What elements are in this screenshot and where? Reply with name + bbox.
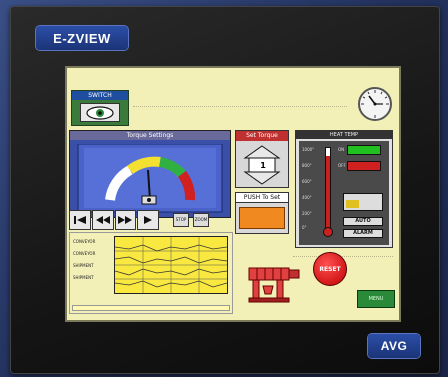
trend-label: SHIPMENT: [73, 263, 94, 268]
fast-forward-button[interactable]: [114, 210, 137, 230]
alarm-button[interactable]: ALARM: [343, 229, 383, 238]
machine-icon: [248, 267, 300, 303]
trend-scrollbar[interactable]: [72, 305, 230, 311]
rewind-button[interactable]: [91, 210, 114, 230]
play-icon: [144, 216, 153, 224]
torque-gauge: [77, 144, 223, 213]
set-torque-value: 1: [260, 161, 266, 170]
scale-label: 200°: [302, 211, 312, 216]
level-bar: [343, 193, 383, 211]
scale-label: 1000°: [302, 147, 315, 152]
fast-forward-icon: [118, 216, 133, 224]
torque-settings-panel: Torque Settings: [69, 130, 231, 218]
divider: [133, 106, 347, 107]
on-lamp: [347, 145, 381, 155]
trend-lines: [114, 237, 228, 293]
hmi-screen: SWITCH Torque Settings Set Torque 1 PUSH…: [67, 68, 399, 320]
brand-badge: E-ZVIEW: [36, 26, 128, 50]
eye-button[interactable]: [80, 103, 120, 122]
push-to-set-title: PUSH To Set: [236, 193, 288, 203]
divider: [293, 256, 393, 257]
stop-button[interactable]: STOP: [173, 213, 189, 227]
trend-label: CONVEYOR: [73, 239, 96, 244]
trend-label: CONVEYOR: [73, 251, 96, 256]
switch-panel: SWITCH: [71, 90, 129, 126]
lamp-label: ON: [338, 147, 345, 152]
navigation-bar: [69, 210, 159, 230]
reset-button[interactable]: RESET: [313, 252, 347, 286]
torque-title: Torque Settings: [70, 131, 230, 140]
status-inner: 1000° 800° 600° 400° 200° 0° ON OFF AUTO…: [299, 141, 389, 245]
push-to-set-panel: PUSH To Set: [235, 192, 289, 234]
clock-icon: [358, 87, 392, 121]
set-torque-title: Set Torque: [236, 131, 288, 141]
level-bar-fill: [346, 200, 360, 208]
next-button[interactable]: [137, 210, 159, 230]
auto-button[interactable]: AUTO: [343, 217, 383, 226]
model-badge: AVG: [368, 334, 420, 358]
lamp-label: OFF: [338, 163, 346, 168]
push-to-set-button[interactable]: [239, 207, 285, 229]
menu-button[interactable]: MENU: [357, 290, 395, 308]
zoom-button[interactable]: ZOOM: [193, 213, 209, 227]
rewind-icon: [95, 216, 110, 224]
off-lamp: [347, 161, 381, 171]
scale-label: 400°: [302, 195, 312, 200]
trend-label: SHIPMENT: [73, 275, 94, 280]
thermometer-bulb: [323, 227, 333, 237]
first-page-button[interactable]: [69, 210, 91, 230]
set-torque-panel: Set Torque 1: [235, 130, 289, 188]
thermometer: [325, 147, 331, 229]
scale-label: 800°: [302, 163, 312, 168]
trend-plot: [114, 236, 228, 294]
heat-status-panel: HEAT TEMP 1000° 800° 600° 400° 200° 0° O…: [295, 130, 393, 248]
scale-label: 600°: [302, 179, 312, 184]
skip-back-icon: [73, 216, 86, 224]
switch-title: SWITCH: [72, 91, 128, 100]
thermometer-fill: [326, 156, 330, 228]
status-title: HEAT TEMP: [296, 131, 392, 139]
eye-icon: [86, 105, 114, 120]
trend-panel: CONVEYOR CONVEYOR SHIPMENT SHIPMENT: [69, 232, 233, 314]
scale-label: 0°: [302, 225, 307, 230]
